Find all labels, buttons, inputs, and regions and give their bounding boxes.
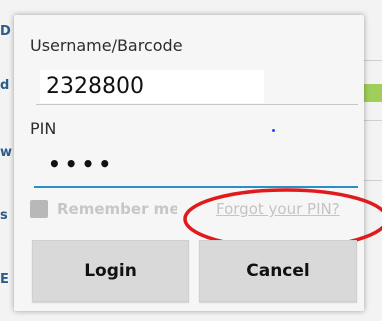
forgot-pin-link[interactable]: Forgot your PIN? [216,200,340,218]
pin-value: •••• [48,152,116,176]
pin-label: PIN [30,119,57,138]
login-button[interactable]: Login [32,240,189,302]
pin-field[interactable]: •••• [34,147,358,188]
username-field[interactable]: 2328800 [36,70,358,105]
username-value: 2328800 [46,74,144,99]
cursor-dot [272,129,275,132]
cancel-button[interactable]: Cancel [199,240,357,302]
remember-me-label: Remember me [57,200,177,218]
remember-me-row[interactable]: Remember me [30,198,177,220]
remember-me-checkbox[interactable] [30,200,48,218]
background-divider [364,180,382,181]
background-divider [364,120,382,121]
background-green-bar [364,84,382,102]
login-dialog: Username/Barcode 2328800 PIN •••• Rememb… [14,15,382,311]
username-label: Username/Barcode [30,36,183,55]
background-divider [364,60,382,61]
